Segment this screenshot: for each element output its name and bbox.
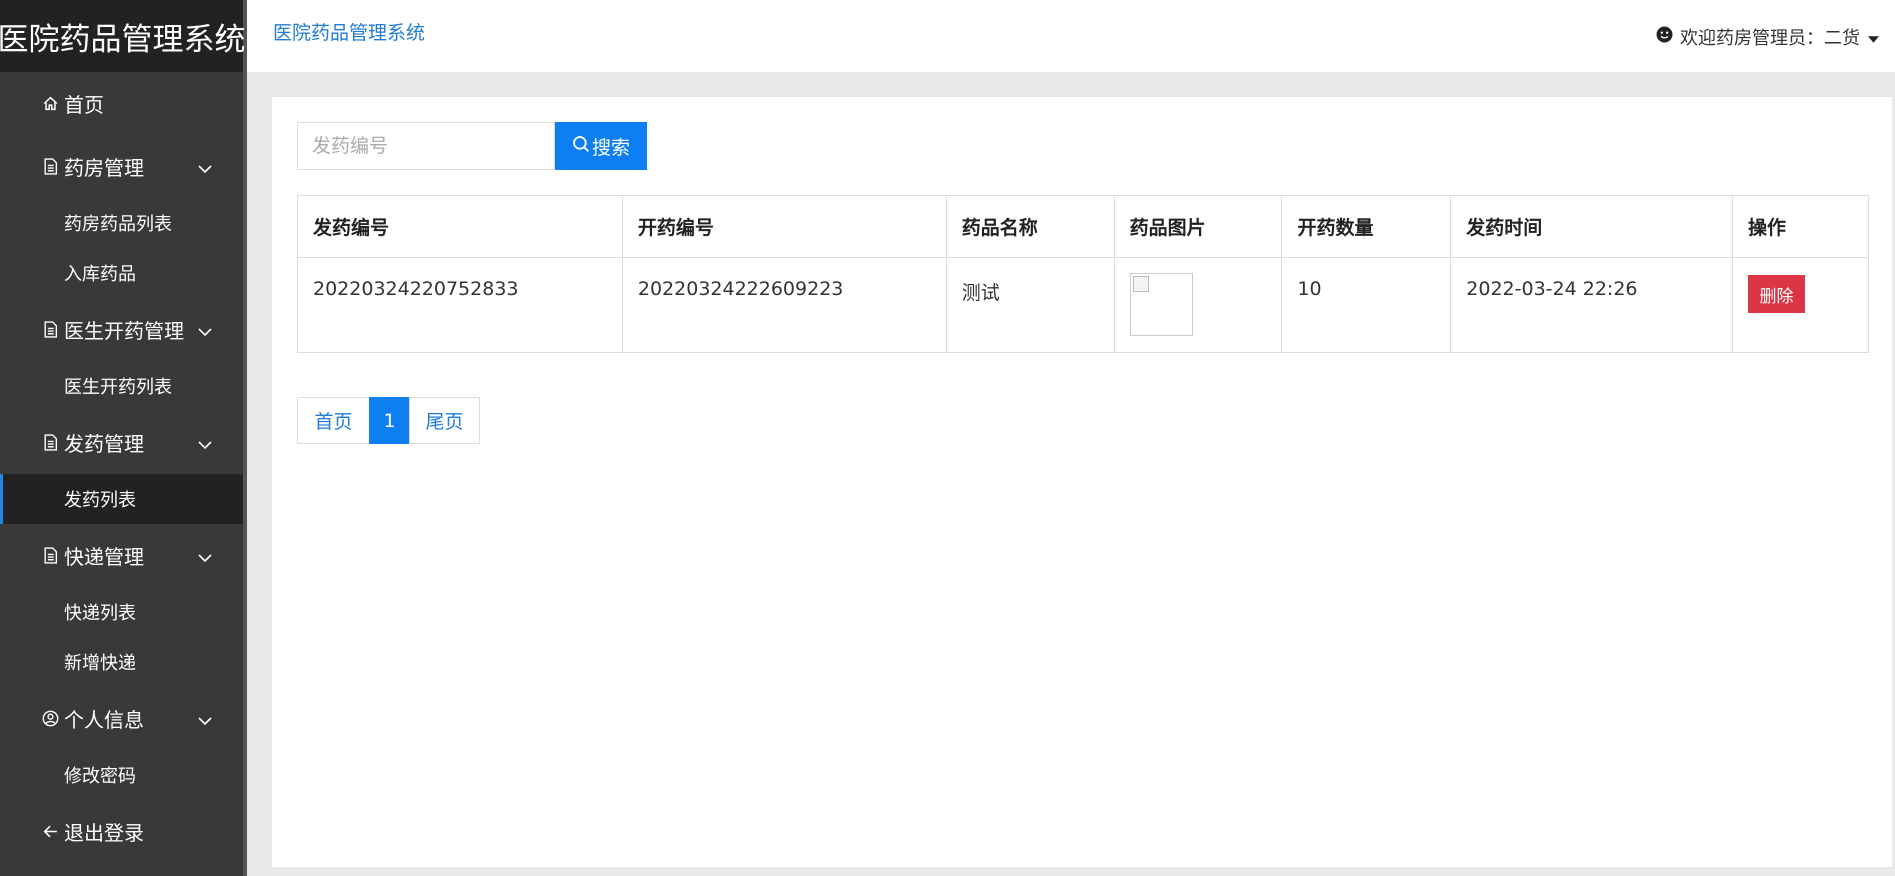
column-header: 发药编号: [297, 195, 623, 258]
smile-icon: [1656, 26, 1673, 48]
sidebar-group-label: 发药管理: [64, 432, 144, 456]
sidebar-item-label: 首页: [64, 93, 104, 117]
sidebar-group-dispense[interactable]: 发药管理: [0, 411, 243, 474]
chevron-down-icon: [197, 544, 213, 568]
sidebar-item-logout[interactable]: 退出登录: [0, 800, 243, 863]
search-icon: [572, 135, 592, 158]
search-button-label: 搜索: [591, 136, 630, 159]
welcome-text: 欢迎药房管理员：二货: [1680, 28, 1860, 49]
document-icon: [40, 157, 60, 177]
sidebar-item-dispense-list[interactable]: 发药列表: [0, 474, 243, 524]
dispense-table: 发药编号 开药编号 药品名称 药品图片 开药数量 发药时间 操作 2022032…: [297, 195, 1869, 353]
sidebar-group-label: 个人信息: [64, 708, 144, 732]
column-header: 操作: [1732, 195, 1869, 258]
user-circle-icon: [40, 709, 60, 729]
top-header: 医院药品管理系统 欢迎药房管理员：二货: [247, 0, 1895, 72]
cell-dispense-time: 2022-03-24 22:26: [1450, 257, 1734, 353]
column-header: 药品名称: [945, 195, 1115, 258]
delete-button[interactable]: 删除: [1748, 275, 1806, 313]
arrow-left-icon: [40, 822, 60, 842]
cell-drug-image: [1113, 257, 1283, 353]
caret-down-icon: [1868, 27, 1879, 48]
sidebar-group-label: 药房管理: [64, 156, 144, 180]
table-header-row: 发药编号 开药编号 药品名称 药品图片 开药数量 发药时间 操作: [297, 195, 1869, 258]
page-current[interactable]: 1: [369, 397, 410, 444]
chevron-down-icon: [197, 318, 213, 342]
page-first-link[interactable]: 首页: [297, 397, 370, 444]
sidebar-item-label: 退出登录: [64, 821, 144, 845]
chevron-down-icon: [197, 707, 213, 731]
document-icon: [40, 546, 60, 566]
app-brand: 医院药品管理系统: [0, 0, 246, 72]
broken-image-icon: [1129, 273, 1193, 336]
cell-drug-name: 测试: [945, 257, 1115, 353]
page-last-link[interactable]: 尾页: [409, 397, 480, 444]
column-header: 药品图片: [1113, 195, 1283, 258]
sidebar-item-stock-in[interactable]: 入库药品: [0, 248, 243, 298]
sidebar-group-prescription[interactable]: 医生开药管理: [0, 298, 243, 361]
sidebar-item-home[interactable]: 首页: [0, 72, 243, 135]
column-header: 开药数量: [1281, 195, 1452, 258]
sidebar-item-express-list[interactable]: 快递列表: [0, 587, 243, 637]
sidebar-group-express[interactable]: 快递管理: [0, 524, 243, 587]
sidebar-group-label: 医生开药管理: [64, 319, 184, 343]
main-content-card: 搜索 发药编号 开药编号 药品名称 药品图片 开药数量 发药时间 操作: [272, 97, 1892, 867]
cell-quantity: 10: [1281, 257, 1452, 353]
column-header: 开药编号: [621, 195, 947, 258]
header-title-link[interactable]: 医院药品管理系统: [273, 18, 425, 45]
search-bar: 搜索: [297, 122, 647, 170]
search-input[interactable]: [297, 122, 555, 170]
home-icon: [40, 94, 60, 114]
chevron-down-icon: [197, 155, 213, 179]
sidebar-group-pharmacy[interactable]: 药房管理: [0, 135, 243, 198]
user-menu[interactable]: 欢迎药房管理员：二货: [1656, 24, 1879, 50]
sidebar-item-add-express[interactable]: 新增快递: [0, 637, 243, 687]
chevron-down-icon: [197, 431, 213, 455]
pagination: 首页 1 尾页: [297, 397, 480, 444]
sidebar-item-prescription-list[interactable]: 医生开药列表: [0, 361, 243, 411]
sidebar-group-label: 快递管理: [64, 545, 144, 569]
sidebar-nav: 首页 药房管理 药房药品列表 入库药品 医生开药管理 医生开药列表 发药管理 发…: [0, 72, 243, 863]
table-row: 20220324220752833 20220324222609223 测试 1…: [297, 257, 1869, 353]
sidebar-item-change-password[interactable]: 修改密码: [0, 750, 243, 800]
document-icon: [40, 433, 60, 453]
cell-dispense-no: 20220324220752833: [297, 257, 623, 353]
cell-prescription-no: 20220324222609223: [621, 257, 947, 353]
cell-actions: 删除: [1732, 257, 1869, 353]
search-button[interactable]: 搜索: [555, 122, 647, 170]
sidebar-group-profile[interactable]: 个人信息: [0, 687, 243, 750]
sidebar: 医院药品管理系统 首页 药房管理 药房药品列表 入库药品 医生开药管理 医生开药…: [0, 0, 247, 876]
document-icon: [40, 320, 60, 340]
column-header: 发药时间: [1450, 195, 1734, 258]
sidebar-item-pharmacy-drugs[interactable]: 药房药品列表: [0, 198, 243, 248]
